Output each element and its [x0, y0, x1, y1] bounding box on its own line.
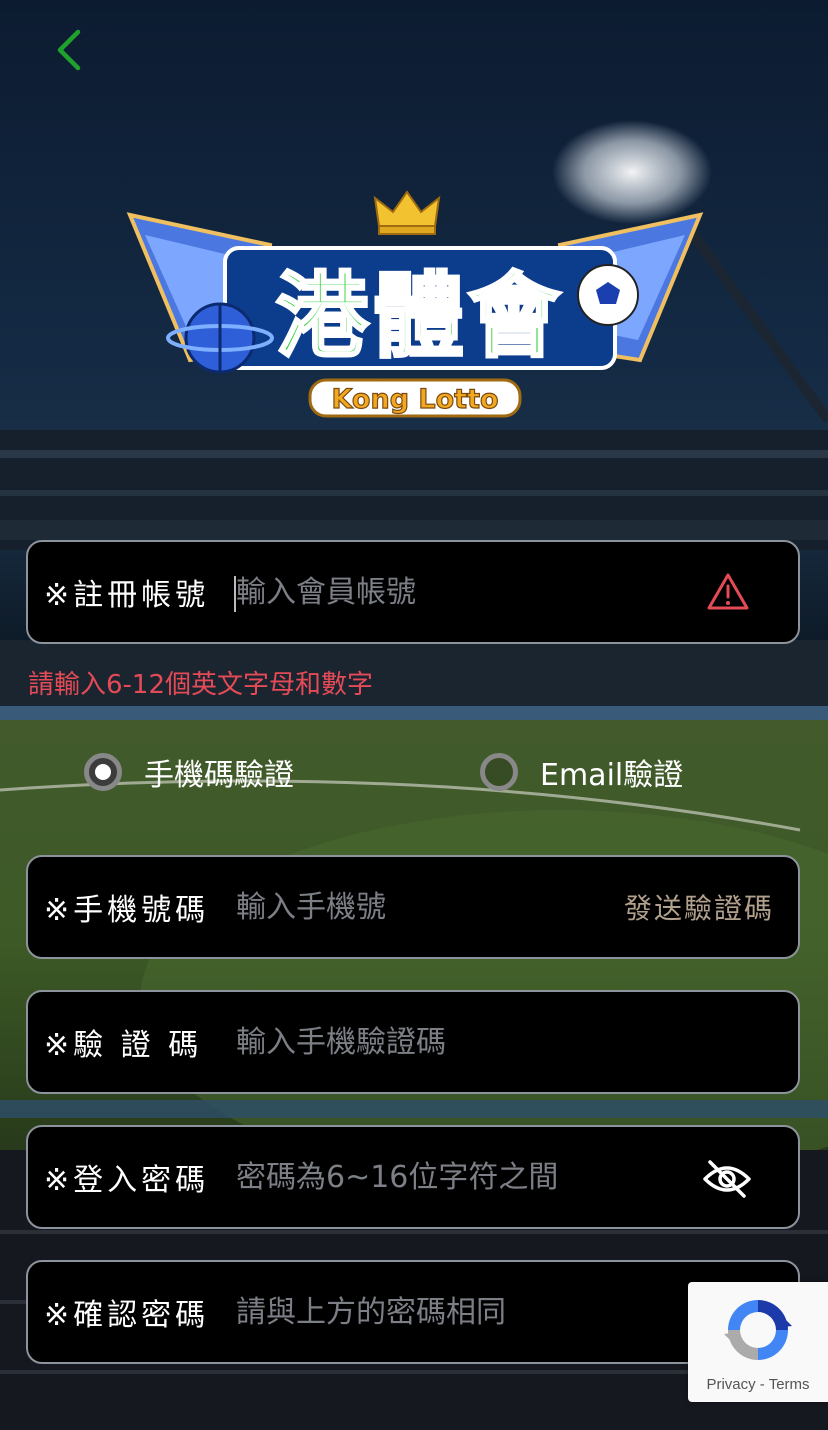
phone-verify-radio[interactable]: 手機碼驗證	[84, 748, 294, 796]
account-error-message: 請輸入6-12個英文字母和數字	[28, 670, 374, 700]
back-arrow-icon[interactable]	[48, 26, 92, 74]
account-input[interactable]	[234, 568, 676, 616]
recaptcha-links: Privacy - Terms	[688, 1376, 828, 1393]
eye-off-icon[interactable]	[702, 1159, 752, 1199]
account-label: ※註冊帳號	[44, 578, 210, 613]
verify-code-field: ※驗 證 碼	[26, 990, 800, 1094]
confirm-password-field: ※確認密碼	[26, 1260, 800, 1364]
account-field: ※註冊帳號	[26, 540, 800, 644]
recaptcha-badge[interactable]: Privacy - Terms	[688, 1282, 828, 1402]
brand-logo: 港體會 Kong Lotto	[120, 190, 710, 425]
email-verify-label: Email驗證	[540, 758, 684, 793]
password-field: ※登入密碼	[26, 1125, 800, 1229]
password-label: ※登入密碼	[44, 1163, 210, 1198]
password-input[interactable]	[234, 1153, 676, 1201]
verify-code-input[interactable]	[234, 1018, 676, 1066]
logo-title: 港體會	[276, 263, 564, 370]
confirm-password-label: ※確認密碼	[44, 1298, 210, 1333]
link-separator: -	[755, 1376, 769, 1393]
warning-icon	[706, 572, 750, 612]
terms-link[interactable]: Terms	[769, 1376, 810, 1393]
privacy-link[interactable]: Privacy	[706, 1376, 755, 1393]
send-code-button[interactable]: 發送驗證碼	[624, 887, 774, 927]
confirm-password-input[interactable]	[234, 1288, 676, 1336]
phone-label: ※手機號碼	[44, 893, 210, 928]
recaptcha-icon	[720, 1292, 796, 1368]
verify-code-label: ※驗 證 碼	[44, 1028, 203, 1063]
logo-subtitle: Kong Lotto	[331, 384, 498, 415]
email-verify-radio[interactable]: Email驗證	[480, 748, 683, 796]
radio-unchecked-icon	[480, 753, 518, 791]
radio-checked-icon	[84, 753, 122, 791]
phone-verify-label: 手機碼驗證	[144, 758, 294, 793]
phone-input[interactable]	[234, 883, 596, 931]
phone-field: ※手機號碼 發送驗證碼	[26, 855, 800, 959]
